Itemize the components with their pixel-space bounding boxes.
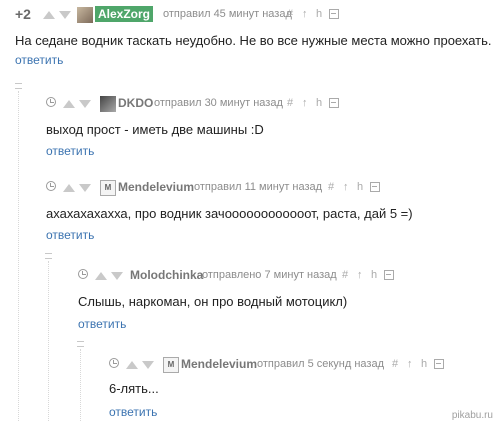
parent-link-icon[interactable]: h: [421, 358, 427, 370]
clock-icon: [46, 181, 56, 191]
comment-rating: +2: [15, 6, 31, 22]
comment-timestamp: отправил 11 минут назад: [194, 181, 323, 193]
vote-down-icon[interactable]: [79, 184, 91, 192]
arrow-up-icon[interactable]: ↑: [343, 181, 349, 193]
clock-icon: [46, 97, 56, 107]
clock-icon: [78, 269, 88, 279]
clock-icon: [109, 358, 119, 368]
save-icon[interactable]: [384, 270, 394, 280]
comment-timestamp: отправил 30 минут назад: [154, 97, 283, 109]
comment-text: На седане водник таскать неудобно. Не во…: [15, 33, 492, 48]
vote-down-icon[interactable]: [59, 11, 71, 19]
parent-link-icon[interactable]: h: [357, 181, 363, 193]
vote-up-icon[interactable]: [63, 184, 75, 192]
username[interactable]: AlexZorg: [95, 6, 154, 22]
vote-up-icon[interactable]: [95, 272, 107, 280]
vote-up-icon[interactable]: [43, 11, 55, 19]
permalink-icon[interactable]: #: [392, 358, 398, 370]
parent-link-icon[interactable]: h: [316, 97, 322, 109]
reply-link[interactable]: ответить: [15, 53, 63, 67]
comment-text: 6-лять...: [109, 381, 159, 396]
arrow-up-icon[interactable]: ↑: [407, 358, 413, 370]
username[interactable]: Molodchinka: [130, 268, 203, 282]
avatar[interactable]: [100, 96, 116, 112]
vote-down-icon[interactable]: [79, 100, 91, 108]
username[interactable]: DKDO: [118, 96, 153, 110]
reply-link[interactable]: ответить: [109, 405, 157, 419]
permalink-icon[interactable]: #: [287, 97, 293, 109]
thread-line: [18, 91, 20, 421]
username[interactable]: Mendelevium: [181, 357, 257, 371]
avatar[interactable]: [163, 357, 179, 373]
username[interactable]: Mendelevium: [118, 180, 194, 194]
reply-link[interactable]: ответить: [46, 228, 94, 242]
save-icon[interactable]: [329, 9, 339, 19]
save-icon[interactable]: [434, 359, 444, 369]
collapse-toggle[interactable]: [77, 341, 84, 347]
permalink-icon[interactable]: #: [342, 269, 348, 281]
save-icon[interactable]: [329, 98, 339, 108]
arrow-up-icon[interactable]: ↑: [302, 97, 308, 109]
watermark: pikabu.ru: [451, 410, 493, 421]
comment-timestamp: отправил 45 минут назад: [163, 8, 292, 20]
comment-text: выход прост - иметь две машины :D: [46, 122, 264, 137]
comment-text: Слышь, наркоман, он про водный мотоцикл): [78, 294, 348, 309]
vote-down-icon[interactable]: [111, 272, 123, 280]
vote-up-icon[interactable]: [126, 361, 138, 369]
collapse-toggle[interactable]: [45, 253, 52, 259]
collapse-toggle[interactable]: [15, 83, 22, 89]
arrow-up-icon[interactable]: ↑: [302, 8, 308, 20]
thread-line: [80, 349, 82, 421]
vote-up-icon[interactable]: [63, 100, 75, 108]
save-icon[interactable]: [370, 182, 380, 192]
reply-link[interactable]: ответить: [78, 317, 126, 331]
parent-link-icon[interactable]: h: [316, 8, 322, 20]
arrow-up-icon[interactable]: ↑: [357, 269, 363, 281]
comment-text: ахахахахахха, про водник зачоооооооооооо…: [46, 206, 413, 221]
comment-timestamp: отправлено 7 минут назад: [202, 269, 337, 281]
reply-link[interactable]: ответить: [46, 144, 94, 158]
permalink-icon[interactable]: #: [287, 8, 293, 20]
avatar[interactable]: [77, 7, 93, 23]
vote-down-icon[interactable]: [142, 361, 154, 369]
comment-timestamp: отправил 5 секунд назад: [257, 358, 384, 370]
parent-link-icon[interactable]: h: [371, 269, 377, 281]
avatar[interactable]: [100, 180, 116, 196]
thread-line: [48, 261, 50, 421]
permalink-icon[interactable]: #: [328, 181, 334, 193]
